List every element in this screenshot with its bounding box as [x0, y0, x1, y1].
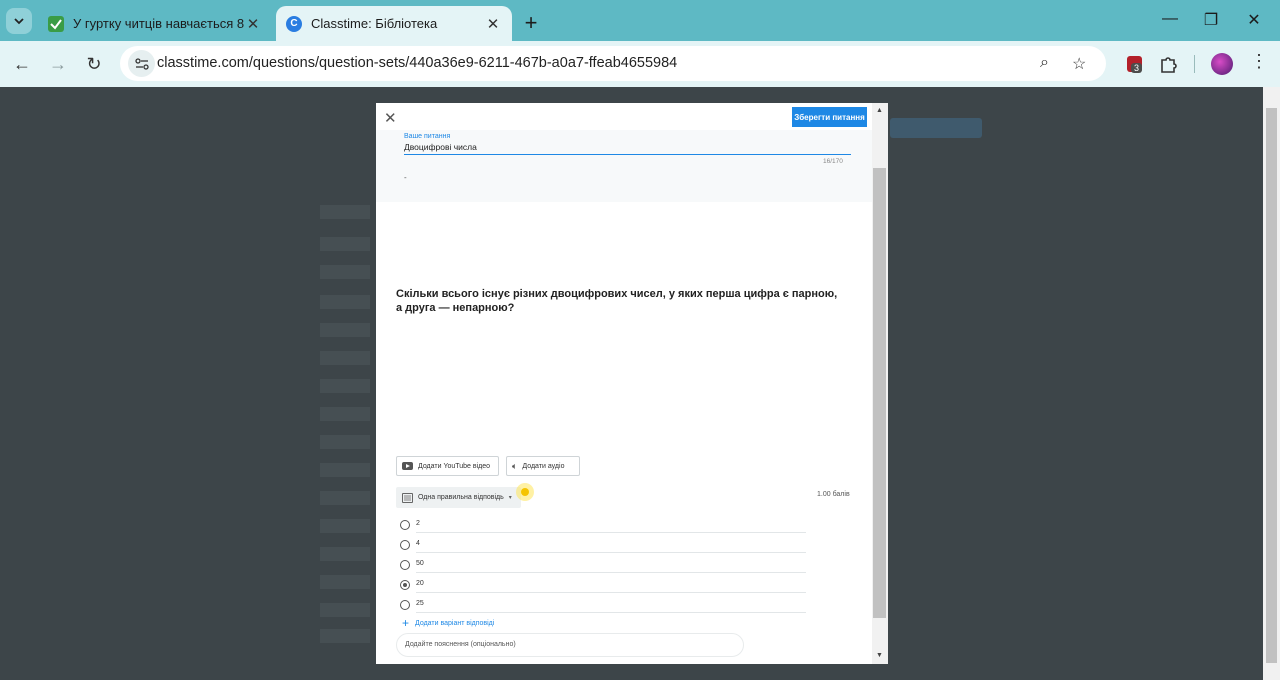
browser-toolbar: ← → ↻ classtime.com/questions/question-s…: [0, 41, 1280, 87]
scroll-up-icon[interactable]: ▲: [876, 107, 883, 114]
question-editor-modal: ✕ Зберегти питання Ваше питання Двоцифро…: [376, 103, 888, 664]
tab-classtime-library[interactable]: C Classtime: Бібліотека ✕: [276, 6, 512, 41]
title-underline: [404, 154, 851, 155]
answer-underline: [416, 592, 806, 593]
tab-title: У гуртку читців навчається 8 д: [73, 16, 244, 31]
speaker-icon: 🔈︎: [512, 460, 518, 471]
checkmark-favicon-icon: [48, 15, 64, 32]
extension-badge: 3: [1131, 63, 1143, 73]
answer-underline: [416, 532, 806, 533]
answer-text[interactable]: 2: [416, 520, 420, 527]
tab-reading-club[interactable]: У гуртку читців навчається 8 д ✕: [38, 6, 272, 41]
restore-icon[interactable]: ❐: [1201, 10, 1221, 30]
back-icon[interactable]: ←: [9, 51, 35, 77]
answer-option-correct[interactable]: 20: [400, 576, 806, 596]
question-title-input[interactable]: Двоцифрові числа: [404, 142, 477, 152]
question-title-section: Ваше питання Двоцифрові числа 16/170 -: [376, 130, 872, 202]
bookmark-star-icon[interactable]: ☆: [1072, 54, 1086, 74]
page-scrollbar-thumb[interactable]: [1266, 108, 1277, 663]
reload-icon[interactable]: ↻: [81, 51, 107, 77]
background-row: [320, 491, 370, 505]
extensions-puzzle-icon[interactable]: [1158, 53, 1180, 75]
toolbar-divider: [1194, 55, 1195, 73]
answer-text[interactable]: 20: [416, 580, 424, 587]
close-window-icon[interactable]: ✕: [1244, 10, 1264, 30]
tab-title: Classtime: Бібліотека: [311, 16, 438, 31]
tab-search-button[interactable]: [6, 8, 32, 34]
answer-underline: [416, 612, 806, 613]
background-row: [320, 379, 370, 393]
background-row: [320, 205, 370, 219]
description-field[interactable]: -: [404, 173, 407, 182]
answer-text[interactable]: 25: [416, 600, 424, 607]
background-row: [320, 519, 370, 533]
answer-option[interactable]: 25: [400, 596, 806, 616]
modal-scrollbar-thumb[interactable]: [873, 168, 886, 618]
background-row: [320, 323, 370, 337]
youtube-icon: [402, 462, 413, 470]
answer-option[interactable]: 4: [400, 536, 806, 556]
background-row: [320, 629, 370, 643]
background-row: [320, 407, 370, 421]
answer-radio[interactable]: [400, 560, 410, 570]
url-text: classtime.com/questions/question-sets/44…: [157, 55, 678, 71]
add-audio-button[interactable]: 🔈︎ Додати аудіо: [506, 456, 580, 476]
list-icon: [402, 492, 413, 503]
background-row: [320, 575, 370, 589]
add-youtube-video-button[interactable]: Додати YouTube відео: [396, 456, 499, 476]
scroll-down-icon[interactable]: ▼: [876, 652, 883, 659]
minimize-icon[interactable]: —: [1160, 10, 1180, 28]
question-body-text[interactable]: Скільки всього існує різних двоцифрових …: [396, 287, 846, 315]
background-row: [320, 435, 370, 449]
tab-bar: У гуртку читців навчається 8 д ✕ C Class…: [0, 0, 1280, 41]
forward-icon[interactable]: →: [45, 51, 71, 77]
answer-underline: [416, 552, 806, 553]
add-audio-label: Додати аудіо: [522, 462, 565, 470]
background-button: [890, 118, 982, 138]
add-answer-button[interactable]: + Додати варіант відповіді: [402, 616, 494, 630]
answer-option[interactable]: 2: [400, 516, 806, 536]
explanation-input[interactable]: Додайте пояснення (опціонально): [396, 633, 744, 657]
more-menu-icon[interactable]: ⋮: [1250, 51, 1268, 72]
answer-text[interactable]: 4: [416, 540, 420, 547]
answer-underline: [416, 572, 806, 573]
close-icon[interactable]: ✕: [384, 109, 397, 127]
site-settings-icon[interactable]: [128, 50, 155, 77]
save-question-button[interactable]: Зберегти питання: [792, 107, 867, 127]
points-value[interactable]: 1.00 балів: [817, 491, 850, 498]
background-row: [320, 547, 370, 561]
answer-text[interactable]: 50: [416, 560, 424, 567]
close-tab-icon[interactable]: ✕: [484, 15, 502, 33]
answer-radio[interactable]: [400, 600, 410, 610]
add-youtube-label: Додати YouTube відео: [418, 462, 491, 470]
question-type-label: Одна правильна відповідь: [418, 494, 504, 501]
plus-icon: +: [402, 616, 410, 630]
address-bar[interactable]: classtime.com/questions/question-sets/44…: [120, 46, 1106, 81]
answer-radio-selected[interactable]: [400, 580, 410, 590]
close-tab-icon[interactable]: ✕: [244, 15, 262, 33]
classtime-favicon-icon: C: [286, 15, 302, 32]
cursor-highlight: [516, 483, 534, 501]
background-row: [320, 237, 370, 251]
background-row: [320, 463, 370, 477]
background-row: [320, 295, 370, 309]
background-row: [320, 603, 370, 617]
profile-avatar[interactable]: [1211, 53, 1233, 75]
explanation-placeholder: Додайте пояснення (опціонально): [405, 641, 516, 648]
chevron-down-icon: [14, 18, 24, 25]
new-tab-button[interactable]: +: [520, 10, 542, 36]
add-answer-label: Додати варіант відповіді: [415, 619, 495, 627]
background-row: [320, 265, 370, 279]
caret-down-icon: ▾: [508, 495, 512, 501]
answer-option[interactable]: 50: [400, 556, 806, 576]
question-title-label: Ваше питання: [404, 133, 451, 140]
question-type-dropdown[interactable]: Одна правильна відповідь ▾: [396, 487, 521, 508]
background-row: [320, 351, 370, 365]
zoom-icon[interactable]: ⌕: [1040, 54, 1049, 72]
answer-radio[interactable]: [400, 520, 410, 530]
title-char-counter: 16/170: [823, 158, 843, 165]
answer-radio[interactable]: [400, 540, 410, 550]
